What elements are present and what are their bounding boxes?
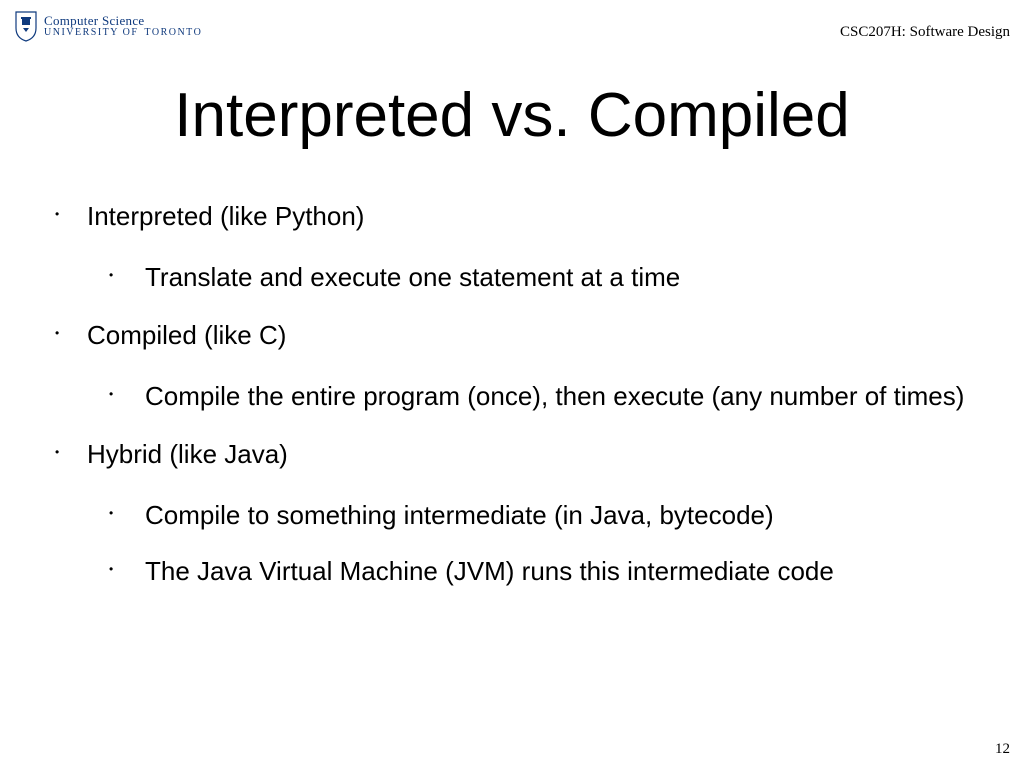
course-label: CSC207H: Software Design [840, 24, 1010, 41]
slide-header: Computer Science UNIVERSITY OF TORONTO C… [14, 10, 1010, 52]
bullet-item: Hybrid (like Java) Compile to something … [55, 438, 984, 588]
slide-title: Interpreted vs. Compiled [0, 80, 1024, 151]
university-label: UNIVERSITY OF [44, 28, 138, 39]
page-number: 12 [995, 741, 1010, 758]
bullet-item: Interpreted (like Python) Translate and … [55, 200, 984, 293]
sub-bullet-item: Compile to something intermediate (in Ja… [109, 499, 984, 532]
sub-bullet-item: Compile the entire program (once), then … [109, 380, 984, 413]
sub-bullet-text: Compile to something intermediate (in Ja… [145, 500, 774, 530]
crest-icon [14, 10, 38, 42]
slide-content: Interpreted (like Python) Translate and … [55, 200, 984, 614]
sub-bullet-text: Translate and execute one statement at a… [145, 262, 680, 292]
bullet-text: Compiled (like C) [87, 320, 286, 350]
city-label: TORONTO [144, 28, 202, 39]
sub-bullet-item: Translate and execute one statement at a… [109, 261, 984, 294]
department-label: Computer Science [44, 14, 202, 28]
logo-text: Computer Science UNIVERSITY OF TORONTO [44, 14, 202, 38]
bullet-text: Interpreted (like Python) [87, 201, 364, 231]
sub-bullet-text: Compile the entire program (once), then … [145, 381, 964, 411]
bullet-text: Hybrid (like Java) [87, 439, 288, 469]
sub-bullet-item: The Java Virtual Machine (JVM) runs this… [109, 555, 984, 588]
bullet-item: Compiled (like C) Compile the entire pro… [55, 319, 984, 412]
slide: Computer Science UNIVERSITY OF TORONTO C… [0, 0, 1024, 768]
sub-bullet-text: The Java Virtual Machine (JVM) runs this… [145, 556, 834, 586]
